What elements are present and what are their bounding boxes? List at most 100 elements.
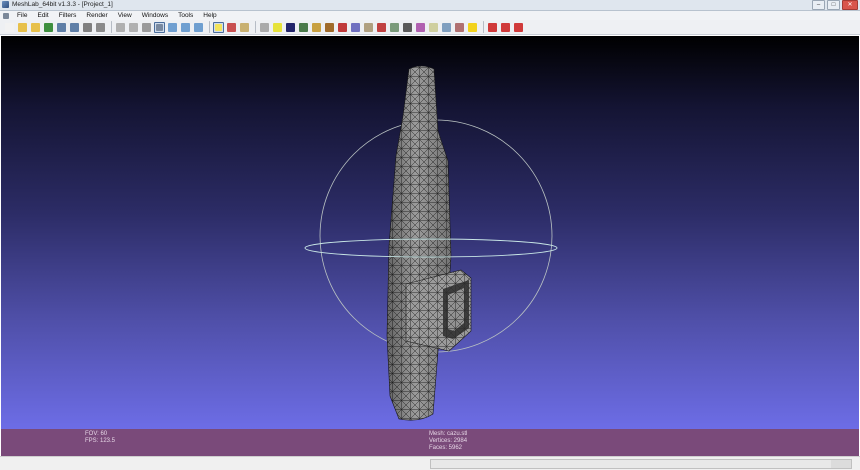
mesh-name-label: Mesh: cazu.stl [429,431,468,437]
mesh-object[interactable] [386,65,472,421]
quality-mapper-icon-glyph [429,22,438,32]
reload-icon[interactable] [43,22,54,33]
flat-icon[interactable] [180,22,191,33]
menu-render[interactable]: Render [81,11,112,20]
save-snapshot-icon-glyph [83,22,92,32]
points-icon-glyph [129,22,138,32]
delete-vertices-icon[interactable] [500,22,511,33]
close-button[interactable]: ✕ [842,0,858,10]
delete-selection-icon[interactable] [513,22,524,33]
save-snapshot-icon[interactable] [82,22,93,33]
menu-help[interactable]: Help [198,11,221,20]
smooth-icon[interactable] [193,22,204,33]
transform-icon[interactable] [363,22,374,33]
reload-icon-glyph [44,22,53,32]
fov-label: FOV: 60 [85,431,108,437]
export-mesh-icon-glyph [70,22,79,32]
align-icon-glyph [377,22,386,32]
raster-align-icon[interactable] [415,22,426,33]
toolbar-separator [483,21,484,33]
new-icon-glyph [5,22,14,32]
select-vertexes-icon-glyph [351,22,360,32]
select-faces-icon[interactable] [337,22,348,33]
minimize-button[interactable]: – [812,0,825,10]
menu-tools[interactable]: Tools [173,11,198,20]
light-on-icon[interactable] [213,21,224,33]
quality-mapper-icon[interactable] [428,22,439,33]
select-vertexes-icon[interactable] [350,22,361,33]
bounding-box-icon[interactable] [115,22,126,33]
fancy-lighting-icon[interactable] [239,22,250,33]
menu-windows[interactable]: Windows [137,11,173,20]
maximize-button[interactable]: □ [827,0,840,10]
toolbar-separator [209,21,210,33]
select-connected-icon[interactable] [441,22,452,33]
bottom-status-bar [0,456,860,470]
import-mesh-icon-glyph [57,22,66,32]
export-mesh-icon[interactable] [69,22,80,33]
smooth-icon-glyph [194,22,203,32]
document-menu-icon[interactable] [3,12,9,19]
menu-edit[interactable]: Edit [32,11,53,20]
delete-faces-icon-glyph [488,22,497,32]
color-per-vertex-icon-glyph [260,22,269,32]
delete-vertices-icon-glyph [501,22,510,32]
measure-icon[interactable] [272,22,283,33]
new-icon[interactable] [4,22,15,33]
delete-selection-icon-glyph [514,22,523,32]
transform-icon-glyph [364,22,373,32]
import-mesh-icon[interactable] [56,22,67,33]
double-side-light-icon-glyph [227,22,236,32]
color-per-vertex-icon[interactable] [259,22,270,33]
show-layers-icon-glyph [299,22,308,32]
manipulator-icon[interactable] [402,22,413,33]
print-icon[interactable] [95,22,106,33]
draw-icon[interactable] [324,22,335,33]
menu-file[interactable]: File [12,11,32,20]
draw-icon-glyph [325,22,334,32]
open-icon-glyph [18,22,27,32]
info-icon-glyph [468,22,477,32]
hidden-lines-icon[interactable] [154,21,165,33]
wireframe-icon[interactable] [141,22,152,33]
scene-canvas[interactable] [1,36,859,429]
select-faces-icon-glyph [338,22,347,32]
measure-icon-glyph [273,22,282,32]
delete-faces-icon[interactable] [487,22,498,33]
double-side-light-icon[interactable] [226,22,237,33]
toolbar-separator [255,21,256,33]
title-bar: MeshLab_64bit v1.3.3 - [Project_1] – □ ✕ [0,0,860,11]
fill-hole-icon-glyph [455,22,464,32]
vertices-label: Vertices: 2984 [429,438,468,444]
fill-hole-icon[interactable] [454,22,465,33]
hidden-lines-icon-glyph [156,23,163,31]
raster-align-icon-glyph [416,22,425,32]
mesh-info: Mesh: cazu.stl Vertices: 2984 Faces: 596… [429,431,467,452]
menu-filters[interactable]: Filters [54,11,82,20]
points-icon[interactable] [128,22,139,33]
render-quality-icon[interactable] [285,22,296,33]
open-icon[interactable] [17,22,28,33]
align-icon[interactable] [376,22,387,33]
flat-lines-icon[interactable] [167,22,178,33]
fps-label: FPS: 123.5 [85,438,116,444]
paint-icon[interactable] [311,22,322,33]
pick-points-icon[interactable] [389,22,400,33]
manipulator-icon-glyph [403,22,412,32]
render-info: FOV: 60 FPS: 123.5 [85,431,115,445]
faces-label: Faces: 5962 [429,445,463,451]
render-quality-icon-glyph [286,22,295,32]
3d-viewport[interactable] [1,36,859,429]
menu-bar: File Edit Filters Render View Windows To… [0,11,860,20]
show-layers-icon[interactable] [298,22,309,33]
open-recent-icon[interactable] [30,22,41,33]
select-connected-icon-glyph [442,22,451,32]
scrollbar-thumb[interactable] [431,460,831,468]
window-controls: – □ ✕ [812,0,858,10]
menu-view[interactable]: View [113,11,137,20]
info-icon[interactable] [467,22,478,33]
horizontal-scrollbar[interactable] [430,459,852,469]
wireframe-icon-glyph [142,22,151,32]
print-icon-glyph [96,22,105,32]
toolbar-separator [111,21,112,33]
